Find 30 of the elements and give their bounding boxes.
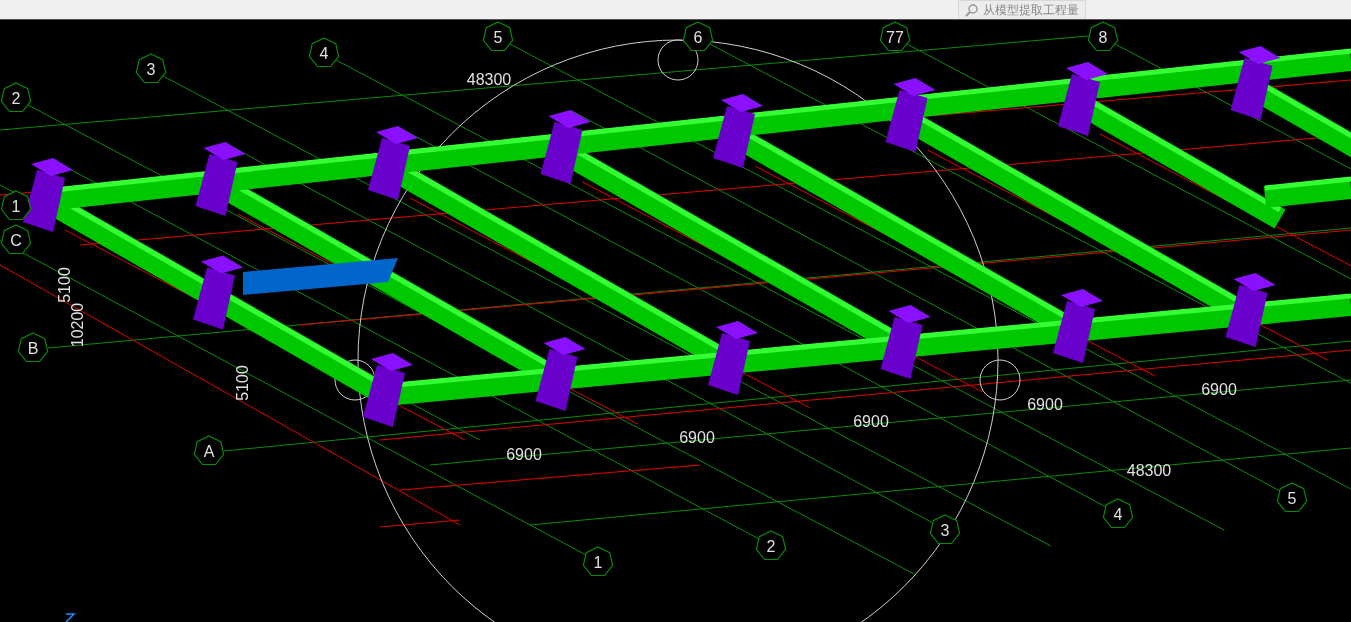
axis-label: 4 xyxy=(308,37,340,68)
axis-label: 3 xyxy=(135,53,167,84)
dimension-text: 6900 xyxy=(506,446,542,463)
dimension-text: 5100 xyxy=(56,267,73,303)
dimension-text: 6900 xyxy=(679,429,715,446)
axis-label: 8 xyxy=(1087,21,1119,52)
dimension-text: 48300 xyxy=(466,71,512,88)
axis-label: B xyxy=(17,332,49,363)
axis-label: 77 xyxy=(879,21,911,52)
axis-label: 6 xyxy=(682,21,714,52)
model-viewport[interactable]: 2 3 4 5 6 77 8 1 2 3 4 5 B A 1 C 48300 6900 6900 6900 6900 6900 48300 5100 10200 5100 xyxy=(0,20,1351,622)
axis-label: C xyxy=(0,224,32,255)
dimension-text: 10200 xyxy=(69,302,86,348)
axis-label: 2 xyxy=(0,82,32,113)
axis-label: 1 xyxy=(582,546,614,577)
axis-label: 1 xyxy=(0,190,32,221)
axis-label: 5 xyxy=(482,21,514,52)
axis-label: 4 xyxy=(1102,498,1134,529)
axis-label: A xyxy=(193,435,225,466)
search-icon xyxy=(965,3,979,17)
axis-label: 3 xyxy=(929,514,961,545)
ucs-icon xyxy=(65,613,76,622)
dimension-text: 6900 xyxy=(1027,396,1063,413)
dimension-text: 6900 xyxy=(853,413,889,430)
dimension-text: 6900 xyxy=(1201,381,1237,398)
axis-label: 2 xyxy=(755,530,787,561)
dimension-text: 5100 xyxy=(234,365,251,401)
selected-beam[interactable] xyxy=(243,258,398,295)
dimension-text: 48300 xyxy=(1126,462,1172,479)
axis-label: 5 xyxy=(1276,482,1308,513)
